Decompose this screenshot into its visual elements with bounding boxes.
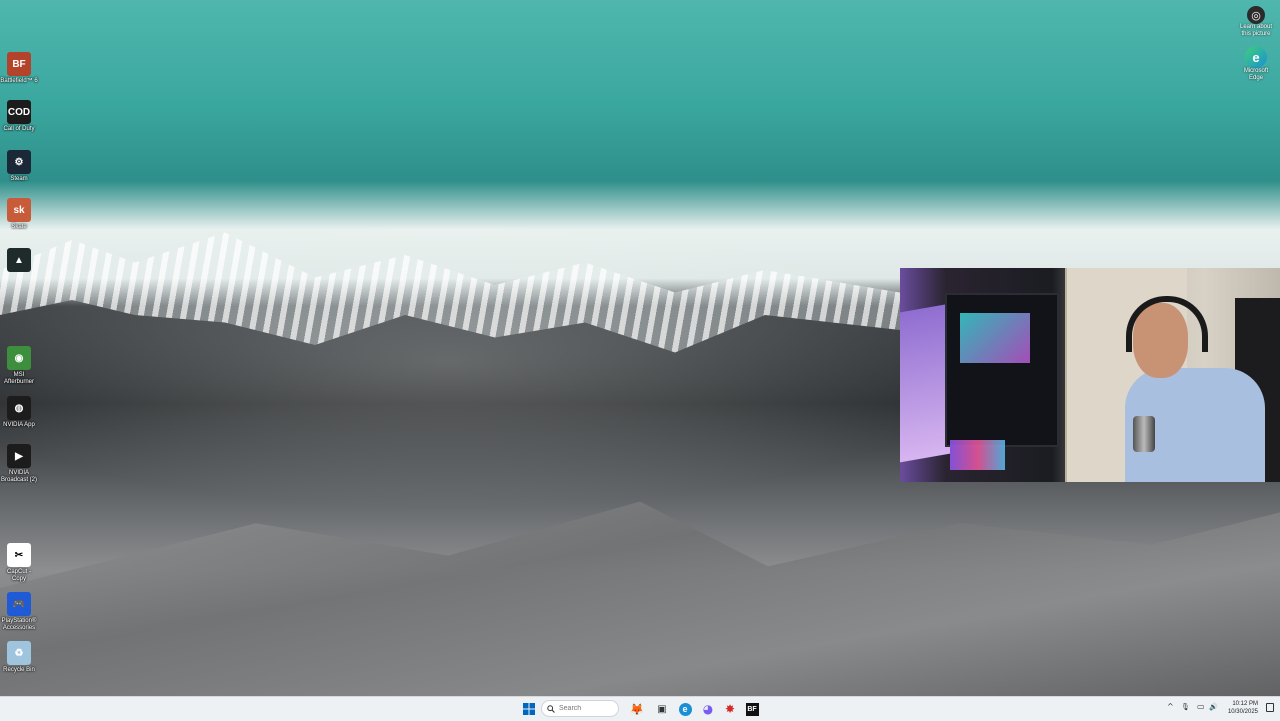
tray-overflow-chevron[interactable]: ^ xyxy=(1167,702,1174,711)
desktop-shortcut-label: NVIDIA App xyxy=(3,422,35,428)
desktop-shortcut-label: NVIDIA Broadcast (2) xyxy=(0,470,37,483)
clock-date: 10/30/2025 xyxy=(1227,709,1258,715)
edge-taskbar-button[interactable]: e xyxy=(677,701,693,717)
file-explorer-button[interactable]: ▣ xyxy=(654,701,670,717)
desktop-shortcut-msi-afterburner[interactable]: ◉ MSI Afterburner xyxy=(2,346,36,386)
webcam-cup xyxy=(1133,416,1155,452)
discord-icon: ◕ xyxy=(702,702,714,716)
steam-icon: ⚙ xyxy=(7,150,31,174)
microsoft-edge-label: Microsoft Edge xyxy=(1243,68,1269,81)
start-icon xyxy=(523,703,535,715)
desktop-shortcut-capcut[interactable]: ✂ CapCut - Copy xyxy=(2,543,36,583)
game-app-button[interactable]: ✸ xyxy=(722,701,738,717)
skate-icon: sk xyxy=(7,198,31,222)
nvidia-app-icon: ◍ xyxy=(7,396,31,420)
desktop-shortcut-label: MSI Afterburner xyxy=(3,372,34,385)
webcam-keyboard xyxy=(950,440,1005,470)
webcam-pc-lights xyxy=(960,313,1030,363)
learn-about-picture-label: Learn about this picture xyxy=(1239,24,1273,37)
volume-icon: 🔊 xyxy=(1209,703,1218,711)
desktop-shortcut-label: Battlefield™ 6 xyxy=(0,78,38,84)
desktop-shortcut-nvidia-broadcast[interactable]: ▶ NVIDIA Broadcast (2) xyxy=(0,444,37,484)
desktop-shortcut-recycle-bin[interactable]: ♻ Recycle Bin xyxy=(2,641,36,674)
learn-about-picture[interactable]: ◎ Learn about this picture xyxy=(1236,6,1276,38)
microsoft-edge-icon: e xyxy=(1245,46,1267,68)
alienware-command-icon: ▲ xyxy=(7,248,31,272)
chevron-up-icon: ^ xyxy=(1167,702,1174,711)
notification-button[interactable] xyxy=(1266,703,1274,712)
desktop-shortcut-label: PlayStation® Accessories xyxy=(1,618,37,631)
desktop-shortcut-label: Recycle Bin xyxy=(3,667,35,673)
webcam-monitor xyxy=(900,303,950,463)
tray-volume[interactable]: 🔊 xyxy=(1209,702,1218,711)
taskbar-search[interactable] xyxy=(541,700,619,717)
desktop-shortcut-alienware-command[interactable]: ▲ xyxy=(2,248,36,274)
msi-afterburner-icon: ◉ xyxy=(7,346,31,370)
desktop-shortcut-label: Call of Duty xyxy=(3,126,35,132)
desktop-shortcut-nvidia-app[interactable]: ◍ NVIDIA App xyxy=(2,396,36,429)
recycle-bin-icon: ♻ xyxy=(7,641,31,665)
desktop-shortcut-playstation-accessories[interactable]: 🎮 PlayStation® Accessories xyxy=(2,592,36,632)
file-explorer-icon: ▣ xyxy=(657,703,667,715)
edge-icon: e xyxy=(678,702,692,716)
learn-about-picture-icon: ◎ xyxy=(1247,6,1265,24)
battlefield-icon: BF xyxy=(7,52,31,76)
desktop-shortcut-label: Skate xyxy=(11,224,27,230)
clock-time: 10:12 PM xyxy=(1232,701,1258,707)
discord-button[interactable]: ◕ xyxy=(700,701,716,717)
call-of-duty-icon: COD xyxy=(7,100,31,124)
battlefield-taskbar-button[interactable]: BF xyxy=(744,701,760,717)
wallpaper-surf xyxy=(0,232,900,353)
taskbar: 🦊 ▣ e ◕ ✸ BF ^ 🎙 ▭ 🔊 10:12 PM 10/30/2025 xyxy=(0,696,1280,721)
desktop-shortcut-label: Steam xyxy=(10,176,28,182)
widgets-button[interactable]: 🦊 xyxy=(626,701,648,717)
game-app-icon: ✸ xyxy=(724,702,736,716)
search-icon xyxy=(547,704,555,713)
webcam-overlay xyxy=(900,268,1280,482)
microsoft-edge-shortcut[interactable]: e Microsoft Edge xyxy=(1236,46,1276,82)
battlefield-taskbar-icon: BF xyxy=(745,702,759,716)
desktop-shortcut-call-of-duty[interactable]: COD Call of Duty xyxy=(2,100,36,133)
desktop-wallpaper: BF Battlefield™ 6 COD Call of Duty ⚙ Steam sk S… xyxy=(0,0,1280,696)
tray-network[interactable]: ▭ xyxy=(1197,702,1205,711)
desktop-shortcut-steam[interactable]: ⚙ Steam xyxy=(2,150,36,183)
capcut-icon: ✂ xyxy=(7,543,31,567)
playstation-accessories-icon: 🎮 xyxy=(7,592,31,616)
network-icon: ▭ xyxy=(1197,702,1205,711)
desktop-shortcut-skate[interactable]: sk Skate xyxy=(2,198,36,231)
microphone-icon: 🎙 xyxy=(1181,703,1190,711)
taskbar-clock[interactable]: 10:12 PM 10/30/2025 xyxy=(1228,700,1258,716)
widgets-icon: 🦊 xyxy=(630,702,644,716)
desktop-shortcut-label: CapCut - Copy xyxy=(6,569,31,582)
search-input[interactable] xyxy=(555,705,615,712)
desktop-shortcut-battlefield[interactable]: BF Battlefield™ 6 xyxy=(0,52,38,85)
desktop-icons-right: ◎ Learn about this picture e Microsoft E… xyxy=(1236,6,1276,82)
tray-microphone[interactable]: 🎙 xyxy=(1181,702,1190,711)
nvidia-broadcast-icon: ▶ xyxy=(7,444,31,468)
wallpaper-sand xyxy=(0,501,1280,696)
start-button[interactable] xyxy=(521,701,537,717)
